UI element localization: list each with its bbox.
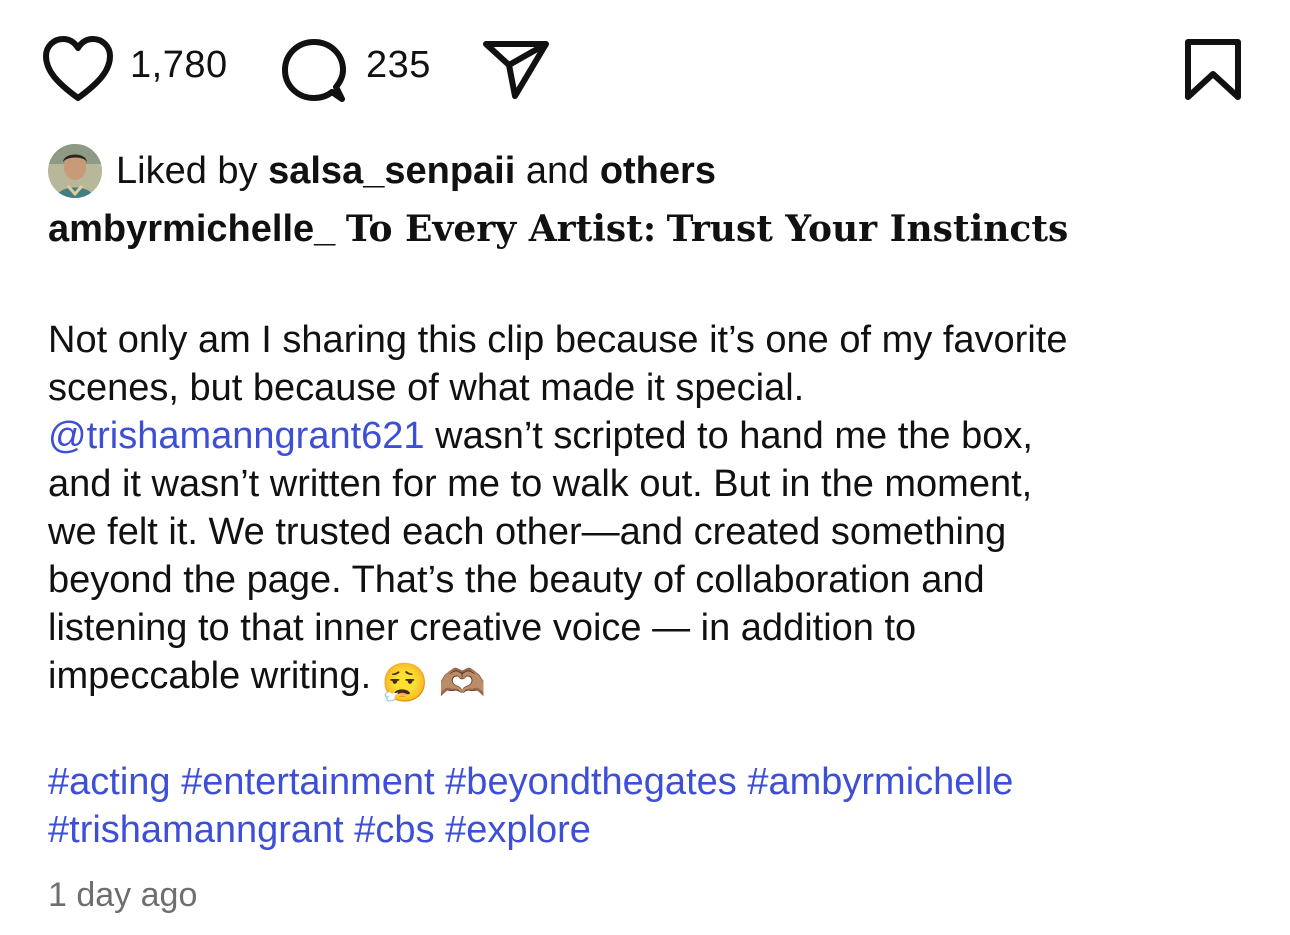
- caption-line-text: impeccable writing.: [48, 655, 372, 697]
- post-action-bar: 1,780 235: [0, 0, 1290, 130]
- hashtag-link[interactable]: #cbs: [354, 809, 434, 851]
- caption-line: scenes, but because of what made it spec…: [48, 367, 805, 409]
- liked-by-row: Liked by salsa_senpaii and others: [48, 144, 716, 198]
- share-button[interactable]: [482, 39, 550, 101]
- caption-line: and it wasn’t written for me to walk out…: [48, 463, 1033, 505]
- like-count[interactable]: 1,780: [130, 44, 228, 87]
- caption-line-text: wasn’t scripted to hand me the box,: [435, 415, 1033, 457]
- hashtag-link[interactable]: #beyondthegates: [445, 761, 737, 803]
- liked-by-joiner: and: [525, 149, 590, 192]
- caption-title-part1: To Every Artist: [345, 208, 643, 250]
- hashtag-link[interactable]: #entertainment: [181, 761, 435, 803]
- caption-title-sep: :: [642, 208, 657, 250]
- comment-count[interactable]: 235: [366, 44, 431, 87]
- hashtag-link[interactable]: #trishamanngrant: [48, 809, 344, 851]
- liked-by-user-link[interactable]: salsa_senpaii: [268, 150, 515, 193]
- hashtag-line: #acting #entertainment #beyondthegates #…: [48, 758, 1013, 806]
- hashtag-link[interactable]: #acting: [48, 761, 171, 803]
- caption-username[interactable]: ambyrmichelle_: [48, 208, 335, 250]
- caption-line: @trishamanngrant621 wasn’t scripted to h…: [48, 412, 1248, 460]
- liked-by-prefix: Liked by: [116, 149, 258, 192]
- hashtag-line: #trishamanngrant #cbs #explore: [48, 806, 1013, 854]
- bookmark-icon[interactable]: [1184, 38, 1242, 102]
- hashtag-block: #acting #entertainment #beyondthegates #…: [48, 758, 1013, 854]
- hashtag-link[interactable]: #ambyrmichelle: [747, 761, 1013, 803]
- caption-line: listening to that inner creative voice —…: [48, 607, 917, 649]
- caption-title-part2: Trust Your Instincts: [666, 208, 1069, 250]
- hashtag-link[interactable]: #explore: [445, 809, 591, 851]
- caption-line: impeccable writing. 😮‍💨 🫶🏽: [48, 652, 1248, 708]
- caption-line: beyond the page. That’s the beauty of co…: [48, 559, 985, 601]
- mention-link[interactable]: @trishamanngrant621: [48, 415, 425, 457]
- save-button[interactable]: [1184, 38, 1242, 102]
- avatar[interactable]: [48, 144, 102, 198]
- exhale-face-emoji-icon: 😮‍💨: [381, 663, 429, 705]
- comment-icon[interactable]: [281, 38, 347, 104]
- like-button[interactable]: [42, 36, 114, 104]
- caption-header: ambyrmichelle_ To Every Artist: Trust Yo…: [48, 208, 1068, 251]
- comment-button[interactable]: [281, 38, 347, 104]
- caption-line: Not only am I sharing this clip because …: [48, 319, 1068, 361]
- caption-line: we felt it. We trusted each other—and cr…: [48, 511, 1007, 553]
- heart-hands-emoji-icon: 🫶🏽: [438, 663, 486, 705]
- share-icon[interactable]: [482, 39, 550, 101]
- heart-icon[interactable]: [42, 36, 114, 104]
- liked-by-others-link[interactable]: others: [600, 150, 716, 193]
- caption-body: Not only am I sharing this clip because …: [48, 316, 1248, 708]
- post-timestamp: 1 day ago: [48, 876, 198, 914]
